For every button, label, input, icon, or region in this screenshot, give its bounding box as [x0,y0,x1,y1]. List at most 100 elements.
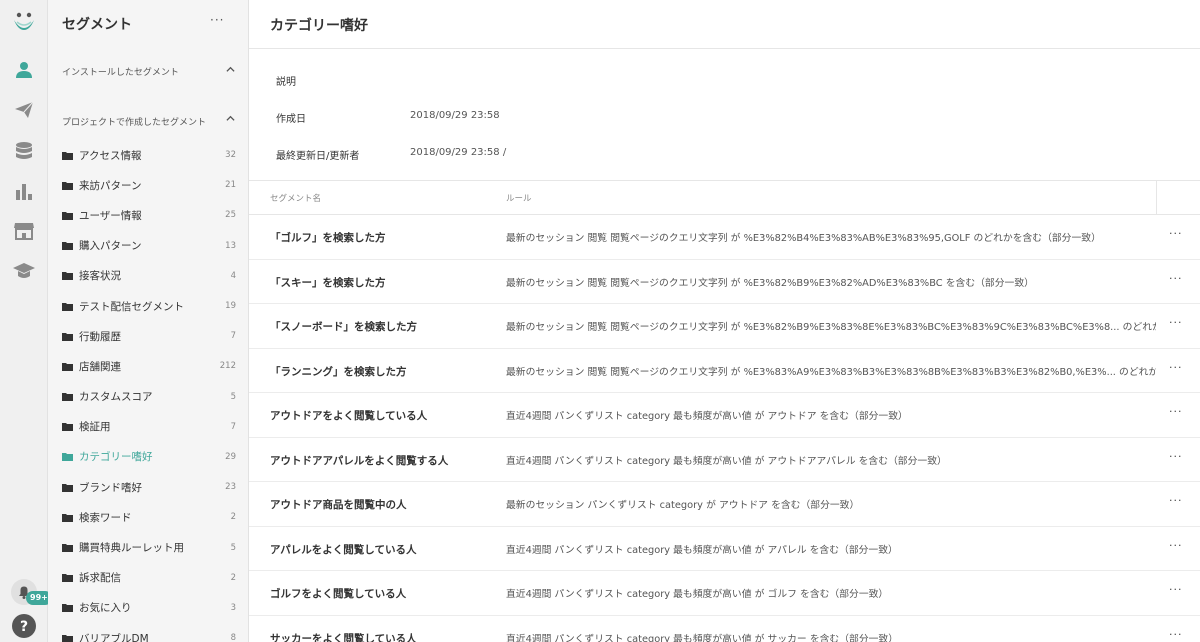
folder-count: 7 [230,331,236,342]
table-row[interactable]: ゴルフをよく閲覧している人 直近4週間 パンくずリスト category 最も頻度… [249,571,1200,616]
folder-count: 19 [225,301,236,312]
folder-name: 行動履歴 [79,330,121,343]
segment-name: アウトドアをよく閲覧している人 [270,410,428,422]
folder-name: ブランド嗜好 [79,481,142,494]
folder-item[interactable]: カスタムスコア 5 [48,382,248,412]
table-row[interactable]: 「ランニング」を検索した方 最新のセッション 閲覧 閲覧ページのクエリ文字列 が … [249,349,1200,393]
folder-count: 23 [225,482,236,493]
segment-rule: 直近4週間 パンくずリスト category 最も頻度が高い値 が アパレル を… [506,544,898,556]
folder-count: 29 [225,451,236,462]
folder-item[interactable]: ユーザー情報 25 [48,200,248,230]
segment-rule: 最新のセッション パンくずリスト category が アウトドア を含む（部分… [506,500,860,511]
folder-item-active[interactable]: カテゴリー嗜好 29 [48,442,248,472]
created-value: 2018/09/29 23:58 [410,110,500,121]
folder-count: 2 [230,572,236,583]
store-icon[interactable] [8,215,40,247]
icon-rail: 99+ ? [0,0,52,642]
segment-rule: 直近4週間 パンくずリスト category 最も頻度が高い値 が アウトドアア… [506,455,947,467]
folder-item[interactable]: テスト配信セグメント 19 [48,291,248,321]
folder-item[interactable]: バリアブルDM 8 [48,623,248,642]
folder-item[interactable]: 購入パターン 13 [48,231,248,261]
main-panel: カテゴリー嗜好 説明 作成日 2018/09/29 23:58 最終更新日/更新… [249,0,1200,642]
row-more-button[interactable]: ··· [1169,227,1183,240]
graduation-cap-icon[interactable] [8,255,40,287]
segment-rule: 最新のセッション 閲覧 閲覧ページのクエリ文字列 が %E3%82%B9%E3%… [506,322,1156,333]
folder-item[interactable]: ブランド嗜好 23 [48,472,248,502]
folder-item[interactable]: お気に入り 3 [48,593,248,623]
sidebar-more-button[interactable]: ··· [210,13,224,27]
segment-rule: 直近4週間 パンくずリスト category 最も頻度が高い値 が ゴルフ を含… [506,589,889,600]
folder-item[interactable]: 来訪パターン 21 [48,170,248,200]
table-row[interactable]: 「スキー」を検索した方 最新のセッション 閲覧 閲覧ページのクエリ文字列 が %E… [249,260,1200,304]
row-more-button[interactable]: ··· [1169,405,1183,418]
chevron-up-icon[interactable] [226,65,235,74]
folder-item[interactable]: 店舗関連 212 [48,351,248,381]
segment-name: サッカーをよく閲覧している人 [270,632,417,642]
folder-item[interactable]: 接客状況 4 [48,261,248,291]
send-icon[interactable] [8,94,40,126]
row-more-button[interactable]: ··· [1169,583,1183,596]
bar-chart-icon[interactable] [8,175,40,207]
help-icon[interactable]: ? [8,610,40,642]
row-more-button[interactable]: ··· [1169,539,1183,552]
folder-count: 4 [230,270,236,281]
folder-name: ユーザー情報 [79,209,142,222]
created-label: 作成日 [276,114,306,125]
folder-count: 13 [225,240,236,251]
folder-count: 5 [230,391,236,402]
folder-item[interactable]: 訴求配信 2 [48,563,248,593]
row-more-button[interactable]: ··· [1169,272,1183,285]
installed-segments-group[interactable]: インストールしたセグメント [62,65,179,78]
table-row[interactable]: 「スノーボード」を検索した方 最新のセッション 閲覧 閲覧ページのクエリ文字列 が… [249,304,1200,349]
row-more-button[interactable]: ··· [1169,628,1183,641]
segment-name: 「ランニング」を検索した方 [270,365,407,378]
folder-icon [62,242,73,251]
description-label: 説明 [276,77,296,88]
table-row[interactable]: アウトドアをよく閲覧している人 直近4週間 パンくずリスト category 最も… [249,393,1200,438]
logo-icon[interactable] [8,6,40,38]
folder-item[interactable]: 検証用 7 [48,412,248,442]
row-more-button[interactable]: ··· [1169,494,1183,507]
folder-icon [62,181,73,190]
folder-item[interactable]: アクセス情報 32 [48,140,248,170]
divider [249,48,1200,49]
folder-item[interactable]: 検索ワード 2 [48,502,248,532]
segment-name: アパレルをよく閲覧している人 [270,543,417,556]
updated-value: 2018/09/29 23:58 / [410,147,507,158]
table-row[interactable]: アウトドアアパレルをよく閲覧する人 直近4週間 パンくずリスト category … [249,438,1200,482]
folder-name: お気に入り [79,602,132,615]
folder-count: 8 [230,633,236,642]
row-more-button[interactable]: ··· [1169,361,1183,374]
segment-rule: 最新のセッション 閲覧 閲覧ページのクエリ文字列 が %E3%83%A9%E3%… [506,366,1156,378]
sidebar-title: セグメント [62,17,132,33]
folder-item[interactable]: 行動履歴 7 [48,321,248,351]
page-title: カテゴリー嗜好 [270,18,368,34]
segment-name: アウトドア商品を閲覧中の人 [270,499,407,511]
folder-count: 212 [219,361,236,372]
table-row[interactable]: 「ゴルフ」を検索した方 最新のセッション 閲覧 閲覧ページのクエリ文字列 が %E… [249,215,1200,260]
folder-icon [62,604,73,613]
folder-icon [62,453,73,462]
user-icon[interactable] [8,54,40,86]
segment-name: 「スキー」を検索した方 [270,276,386,289]
segment-rule: 最新のセッション 閲覧 閲覧ページのクエリ文字列 が %E3%82%B9%E3%… [506,277,1034,289]
chevron-up-icon[interactable] [226,114,235,123]
folder-count: 21 [225,180,236,191]
folder-name: 接客状況 [79,270,121,283]
column-header-name: セグメント名 [270,194,322,204]
row-more-button[interactable]: ··· [1169,316,1183,329]
project-segments-group[interactable]: プロジェクトで作成したセグメント [62,115,206,128]
table-row[interactable]: アウトドア商品を閲覧中の人 最新のセッション パンくずリスト category が… [249,482,1200,527]
folder-item[interactable]: 購買特典ルーレット用 5 [48,532,248,562]
folder-name: テスト配信セグメント [79,300,184,313]
folder-list: アクセス情報 32 来訪パターン 21 ユーザー情報 25 購入パターン 13 接客状況… [48,140,248,642]
folder-count: 3 [230,602,236,613]
segment-rule: 最新のセッション 閲覧 閲覧ページのクエリ文字列 が %E3%82%B4%E3%… [506,233,1101,244]
folder-icon [62,393,73,402]
table-row[interactable]: アパレルをよく閲覧している人 直近4週間 パンくずリスト category 最も頻… [249,527,1200,571]
row-more-button[interactable]: ··· [1169,450,1183,463]
folder-name: カテゴリー嗜好 [79,451,153,464]
database-icon[interactable] [8,135,40,167]
folder-icon [62,634,73,642]
table-row[interactable]: サッカーをよく閲覧している人 直近4週間 パンくずリスト category 最も頻… [249,616,1200,642]
